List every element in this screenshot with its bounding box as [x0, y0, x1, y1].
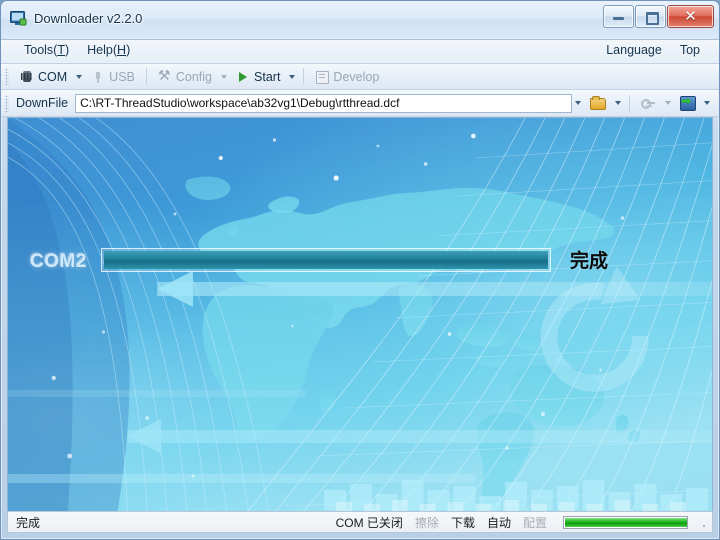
download-progress-fill [104, 251, 548, 269]
folder-open-icon [590, 96, 606, 110]
downfile-label: DownFile [16, 96, 69, 110]
status-config[interactable]: 配置 [517, 514, 553, 531]
close-icon: ✕ [684, 8, 697, 25]
menu-left-group: Tools(T) Help(H) [15, 40, 139, 60]
menu-item-tools-key: T [57, 43, 65, 57]
menu-item-tools-pre: Tools( [24, 43, 58, 57]
com-button[interactable]: COM [14, 67, 73, 87]
serial-port-icon [20, 70, 34, 84]
config-button[interactable]: Config [152, 67, 218, 87]
browse-dropdown-arrow-icon[interactable] [612, 93, 624, 113]
downfile-toolbar: DownFile C:\RT-ThreadStudio\workspace\ab… [1, 90, 719, 117]
browse-file-button[interactable] [584, 93, 612, 113]
develop-button-label: Develop [333, 69, 380, 84]
menu-right-group: Language Top [597, 40, 709, 60]
menu-bar: Tools(T) Help(H) Language Top [1, 40, 719, 64]
config-dropdown-arrow-icon[interactable] [218, 67, 230, 87]
start-dropdown-arrow-icon[interactable] [286, 67, 298, 87]
stage-status-label: 完成 [570, 251, 609, 272]
background-artwork [8, 118, 712, 513]
menu-item-tools-post: ) [64, 43, 70, 57]
close-button[interactable]: ✕ [667, 5, 714, 28]
toolbar-separator [145, 68, 147, 85]
toolbar-separator-2 [303, 68, 305, 85]
port-label: COM2 [30, 251, 87, 272]
key-button[interactable] [635, 93, 662, 113]
downfile-path-value: C:\RT-ThreadStudio\workspace\ab32vg1\Deb… [80, 96, 400, 110]
usb-icon [91, 70, 105, 84]
downfile-separator [629, 94, 630, 112]
menu-item-tools[interactable]: Tools(T) [15, 40, 78, 60]
usb-button[interactable]: USB [85, 67, 141, 87]
monitor-icon [10, 11, 27, 26]
window-controls: ✕ [603, 5, 714, 28]
key-icon [641, 96, 656, 110]
menu-item-language[interactable]: Language [597, 40, 671, 60]
title-bar: Downloader v2.2.0 ✕ [1, 1, 719, 40]
downfile-path-input[interactable]: C:\RT-ThreadStudio\workspace\ab32vg1\Deb… [75, 93, 572, 113]
status-auto[interactable]: 自动 [481, 514, 517, 531]
resize-grip-icon[interactable] [694, 516, 706, 528]
com-dropdown-arrow-icon[interactable] [73, 67, 85, 87]
downfile-history-arrow-icon[interactable] [572, 93, 584, 113]
play-icon [236, 70, 250, 84]
export-dropdown-arrow-icon[interactable] [701, 93, 713, 113]
com-button-label: COM [38, 69, 68, 84]
app-window: Downloader v2.2.0 ✕ Tools(T) Help(H) Lan… [0, 0, 720, 540]
menu-item-help-post: ) [126, 43, 131, 57]
main-graphic-panel: COM2 完成 [7, 117, 713, 514]
status-progress-bar [563, 515, 688, 529]
start-button[interactable]: Start [230, 67, 286, 87]
downfile-toolbar-grip[interactable] [5, 94, 9, 112]
develop-button[interactable]: Develop [309, 67, 385, 87]
usb-button-label: USB [109, 69, 135, 84]
start-button-label: Start [254, 69, 281, 84]
export-button[interactable] [674, 93, 701, 113]
tools-icon [158, 67, 172, 84]
menu-item-help-key: H [117, 43, 127, 57]
config-button-label: Config [175, 69, 213, 84]
document-icon [315, 70, 330, 84]
status-message: 完成 [16, 515, 41, 530]
main-toolbar: COM USB Config Start Develop [1, 64, 719, 90]
status-progress-fill [565, 517, 687, 527]
status-download[interactable]: 下载 [445, 514, 481, 531]
maximize-button[interactable] [635, 5, 666, 28]
status-right-group: COM 已关闭 擦除 下载 自动 配置 [330, 514, 712, 531]
key-dropdown-arrow-icon[interactable] [662, 93, 674, 113]
status-bar: 完成 COM 已关闭 擦除 下载 自动 配置 [7, 511, 713, 533]
menu-item-help[interactable]: Help(H) [78, 40, 139, 60]
status-erase[interactable]: 擦除 [409, 514, 445, 531]
minimize-button[interactable] [603, 5, 634, 28]
export-icon [680, 94, 696, 111]
downfile-actions [572, 93, 719, 113]
window-title: Downloader v2.2.0 [34, 11, 143, 26]
download-progress-bar [101, 248, 551, 272]
menu-item-help-pre: Help( [87, 43, 118, 57]
status-com-state: COM 已关闭 [335, 515, 403, 530]
menu-item-top[interactable]: Top [671, 40, 709, 60]
toolbar-grip[interactable] [5, 68, 9, 85]
